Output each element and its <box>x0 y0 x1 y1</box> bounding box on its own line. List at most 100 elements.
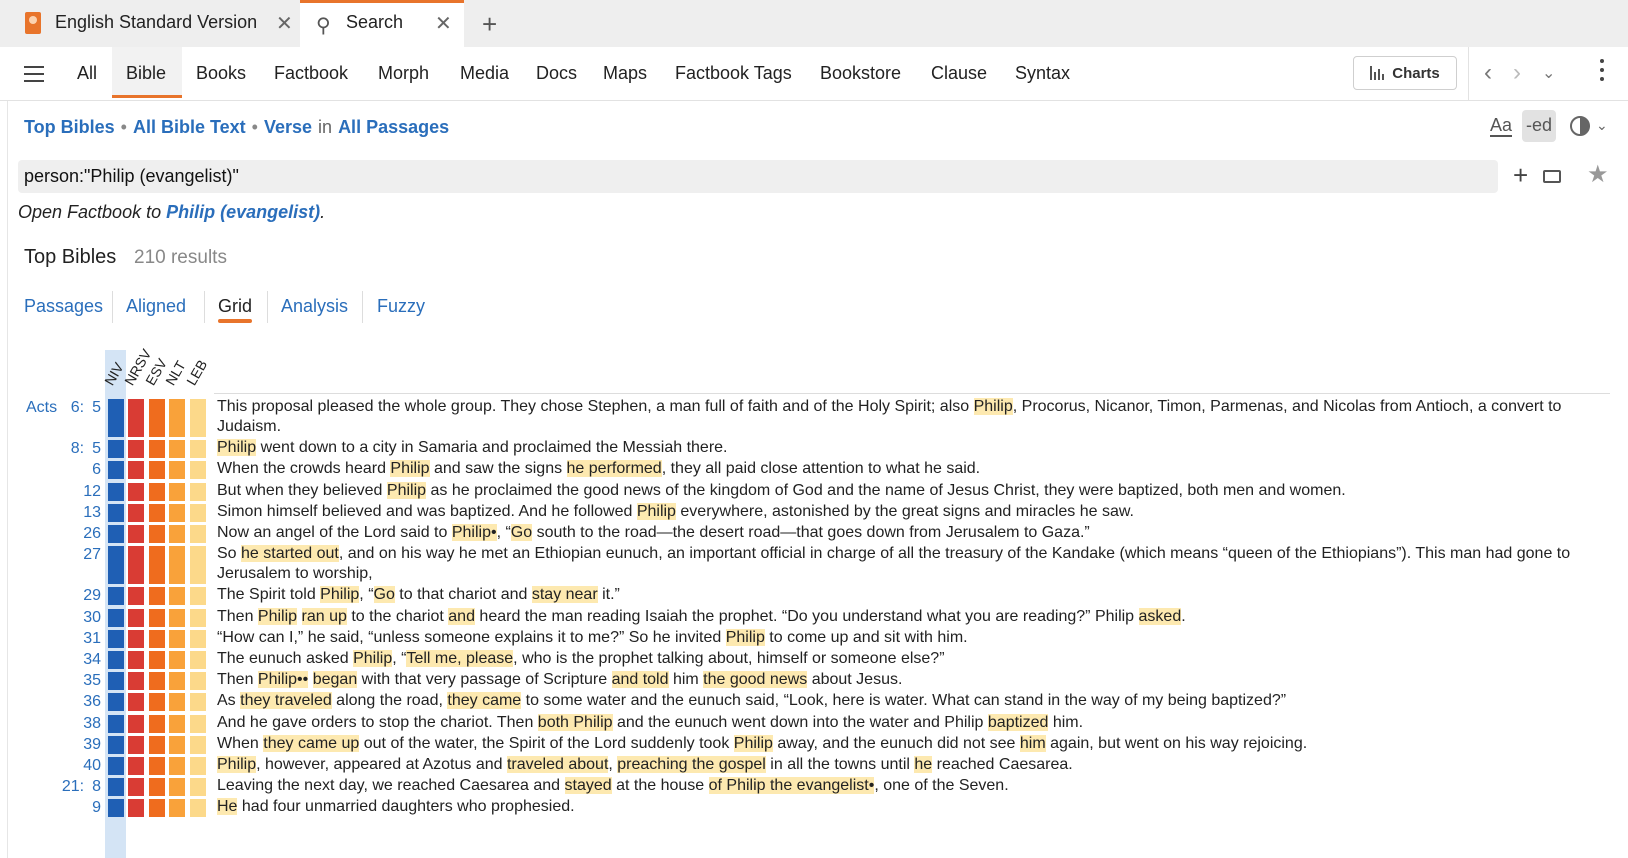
match-swatch-nrsv[interactable] <box>128 587 144 606</box>
match-swatch-nlt[interactable] <box>169 503 185 522</box>
verse-ref[interactable]: 35 <box>83 672 101 690</box>
match-swatch-leb[interactable] <box>190 757 206 775</box>
match-swatch-nlt[interactable] <box>169 629 185 648</box>
table-row[interactable]: 27 So he started out, and on his way he m… <box>0 544 1628 585</box>
match-swatch-leb[interactable] <box>190 440 206 459</box>
match-swatch-niv[interactable] <box>108 503 124 522</box>
match-swatch-leb[interactable] <box>190 399 206 437</box>
match-swatch-nrsv[interactable] <box>128 672 144 691</box>
match-swatch-niv[interactable] <box>108 735 124 754</box>
match-swatch-esv[interactable] <box>149 735 165 754</box>
table-row[interactable]: 38 And he gave orders to stop the chariot… <box>0 713 1628 733</box>
match-swatch-niv[interactable] <box>108 525 124 543</box>
add-plus-icon[interactable]: + <box>1513 160 1528 191</box>
verse-text[interactable]: As they traveled along the road, they ca… <box>217 691 1612 711</box>
inflected-forms-toggle[interactable]: -ed <box>1522 110 1556 142</box>
match-swatch-nrsv[interactable] <box>128 503 144 522</box>
nav-clause[interactable]: Clause <box>931 63 987 84</box>
verse-ref-book[interactable]: Acts <box>26 399 57 417</box>
match-swatch-esv[interactable] <box>149 608 165 627</box>
match-swatch-niv[interactable] <box>108 629 124 648</box>
match-swatch-nlt[interactable] <box>169 714 185 733</box>
verse-text[interactable]: So he started out, and on his way he met… <box>217 544 1612 584</box>
hamburger-menu-icon[interactable] <box>24 66 44 82</box>
verse-text[interactable]: Philip went down to a city in Samaria an… <box>217 438 1612 458</box>
match-swatch-nlt[interactable] <box>169 651 185 669</box>
match-swatch-leb[interactable] <box>190 461 206 480</box>
match-swatch-niv[interactable] <box>108 546 124 585</box>
verse-text[interactable]: He had four unmarried daughters who prop… <box>217 797 1612 817</box>
match-swatch-esv[interactable] <box>149 587 165 606</box>
match-swatch-esv[interactable] <box>149 714 165 733</box>
match-swatch-leb[interactable] <box>190 735 206 754</box>
match-swatch-esv[interactable] <box>149 778 165 797</box>
table-row[interactable]: 39 When they came up out of the water, th… <box>0 734 1628 754</box>
tab-fuzzy[interactable]: Fuzzy <box>377 296 425 317</box>
match-swatch-nlt[interactable] <box>169 608 185 627</box>
nav-media[interactable]: Media <box>460 63 509 84</box>
match-swatch-niv[interactable] <box>108 399 124 437</box>
table-row[interactable]: 31 “How can I,” he said, “unless someone … <box>0 628 1628 648</box>
match-swatch-esv[interactable] <box>149 482 165 501</box>
close-icon[interactable]: ✕ <box>276 11 293 36</box>
text-size-icon[interactable]: Aa <box>1490 115 1513 137</box>
match-swatch-leb[interactable] <box>190 608 206 627</box>
nav-factbook[interactable]: Factbook <box>274 63 348 84</box>
verse-ref[interactable]: 38 <box>83 715 101 733</box>
match-swatch-leb[interactable] <box>190 778 206 797</box>
match-swatch-leb[interactable] <box>190 799 206 818</box>
match-swatch-nrsv[interactable] <box>128 735 144 754</box>
verse-text[interactable]: Then Philip ran up to the chariot and he… <box>217 607 1612 627</box>
match-swatch-esv[interactable] <box>149 440 165 459</box>
nav-morph[interactable]: Morph <box>378 63 429 84</box>
match-swatch-nlt[interactable] <box>169 546 185 585</box>
match-swatch-niv[interactable] <box>108 799 124 818</box>
verse-ref[interactable]: 27 <box>83 546 101 564</box>
match-swatch-niv[interactable] <box>108 440 124 459</box>
match-swatch-esv[interactable] <box>149 546 165 585</box>
match-swatch-nrsv[interactable] <box>128 629 144 648</box>
more-options-icon[interactable] <box>1600 59 1604 86</box>
nav-maps[interactable]: Maps <box>603 63 647 84</box>
visual-filter-icon[interactable] <box>1570 116 1590 136</box>
match-swatch-leb[interactable] <box>190 714 206 733</box>
match-swatch-niv[interactable] <box>108 714 124 733</box>
verse-text[interactable]: Then Philip•• began with that very passa… <box>217 670 1612 690</box>
verse-text[interactable]: Now an angel of the Lord said to Philip•… <box>217 523 1612 543</box>
verse-ref[interactable]: 31 <box>83 630 101 648</box>
match-swatch-esv[interactable] <box>149 525 165 543</box>
verse-text[interactable]: And he gave orders to stop the chariot. … <box>217 713 1612 733</box>
match-swatch-nlt[interactable] <box>169 461 185 480</box>
forward-arrow-icon[interactable]: › <box>1513 59 1521 87</box>
match-swatch-leb[interactable] <box>190 672 206 691</box>
tab-grid[interactable]: Grid <box>218 296 252 317</box>
verse-ref[interactable]: 13 <box>83 504 101 522</box>
verse-text[interactable]: The Spirit told Philip, “Go to that char… <box>217 585 1612 605</box>
match-swatch-niv[interactable] <box>108 757 124 775</box>
match-swatch-nrsv[interactable] <box>128 714 144 733</box>
table-row[interactable]: 40 Philip, however, appeared at Azotus an… <box>0 755 1628 775</box>
match-swatch-nrsv[interactable] <box>128 525 144 543</box>
table-row[interactable]: 35 Then Philip•• began with that very pas… <box>0 670 1628 691</box>
match-swatch-esv[interactable] <box>149 651 165 669</box>
keyboard-icon[interactable] <box>1543 170 1561 183</box>
nav-bookstore[interactable]: Bookstore <box>820 63 901 84</box>
new-tab-plus-icon[interactable]: + <box>482 9 497 40</box>
match-swatch-nrsv[interactable] <box>128 778 144 797</box>
match-swatch-nrsv[interactable] <box>128 693 144 712</box>
match-swatch-nlt[interactable] <box>169 799 185 818</box>
verse-ref[interactable]: 6 <box>92 461 101 479</box>
match-swatch-esv[interactable] <box>149 399 165 437</box>
match-swatch-nlt[interactable] <box>169 440 185 459</box>
star-icon[interactable]: ★ <box>1587 160 1609 189</box>
match-swatch-nrsv[interactable] <box>128 546 144 585</box>
table-row[interactable]: 36 As they traveled along the road, they … <box>0 691 1628 712</box>
match-swatch-esv[interactable] <box>149 757 165 775</box>
match-swatch-leb[interactable] <box>190 587 206 606</box>
table-row[interactable]: 26 Now an angel of the Lord said to Phili… <box>0 523 1628 543</box>
back-arrow-icon[interactable]: ‹ <box>1484 59 1492 87</box>
verse-ref[interactable]: 39 <box>83 736 101 754</box>
match-swatch-leb[interactable] <box>190 546 206 585</box>
match-swatch-niv[interactable] <box>108 608 124 627</box>
table-row[interactable]: 13 Simon himself believed and was baptize… <box>0 502 1628 522</box>
